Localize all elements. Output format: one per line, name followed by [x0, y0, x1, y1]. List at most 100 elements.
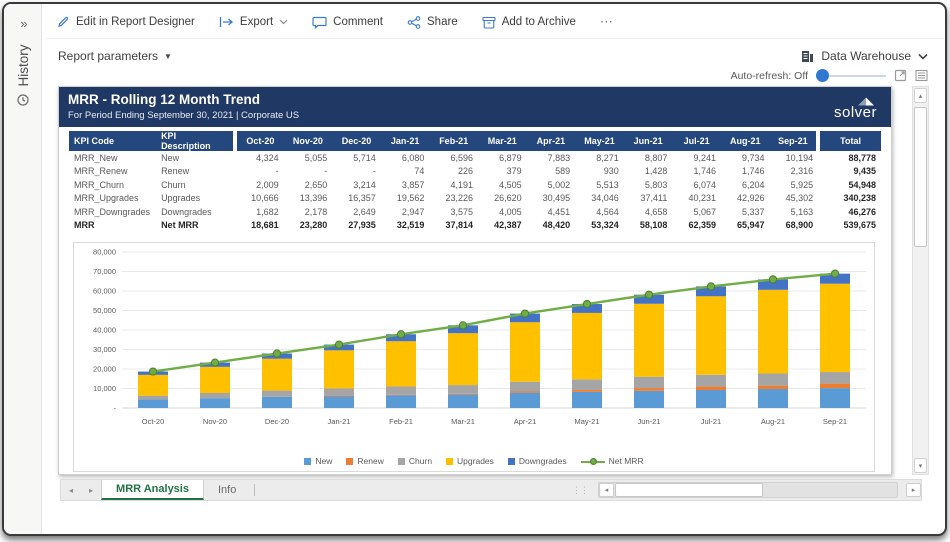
- scroll-up-button[interactable]: ▴: [914, 88, 927, 103]
- net-mrr-marker: [645, 291, 652, 298]
- cell-value: 6,074: [672, 178, 721, 192]
- bar-segment-churn: [758, 374, 788, 386]
- scroll-left-button[interactable]: ◂: [599, 483, 614, 497]
- edit-in-report-designer-button[interactable]: Edit in Report Designer: [56, 15, 195, 29]
- chevron-down-icon: [918, 53, 928, 60]
- slider-knob[interactable]: [816, 69, 829, 82]
- solver-logo-text: solver: [834, 106, 877, 119]
- cell-kpi-code: MRR_Downgrades: [69, 205, 156, 219]
- add-to-archive-button[interactable]: Add to Archive: [482, 16, 576, 29]
- tab-scroll-right-button[interactable]: ▸: [81, 486, 101, 495]
- table-row: MRR_ChurnChurn2,0092,6503,2143,8574,1914…: [69, 178, 881, 192]
- column-header-month: Sep-21: [770, 131, 819, 151]
- cell-value: 58,108: [624, 219, 673, 233]
- scroll-right-button[interactable]: ▸: [906, 483, 921, 497]
- share-button[interactable]: Share: [407, 16, 458, 29]
- cell-value: 930: [575, 165, 624, 179]
- bar-segment-new: [448, 395, 478, 408]
- horizontal-scrollbar[interactable]: ◂: [598, 482, 898, 498]
- cell-value: 53,324: [575, 219, 624, 233]
- more-options-button[interactable]: ⋯: [600, 14, 614, 30]
- y-axis-tick-label: -: [114, 404, 117, 413]
- mrr-chart: -10,00020,00030,00040,00050,00060,00070,…: [73, 242, 875, 472]
- splitter-grip-icon[interactable]: ⋮⋮: [572, 485, 588, 496]
- cell-value: 9,734: [721, 151, 770, 165]
- legend-item-churn: Churn: [398, 456, 432, 466]
- cell-value: 1,746: [721, 165, 770, 179]
- export-arrow-icon: [219, 16, 234, 28]
- horizontal-scroll-thumb[interactable]: [615, 483, 763, 497]
- cell-total: 88,778: [818, 151, 881, 165]
- cell-kpi-code: MRR_Renew: [69, 165, 156, 179]
- table-row: MRR_UpgradesUpgrades10,66613,39616,35719…: [69, 192, 881, 206]
- cell-value: 1,428: [624, 165, 673, 179]
- legend-item-net-mrr: Net MRR: [581, 456, 644, 466]
- export-label: Export: [240, 16, 273, 28]
- report-subtitle: For Period Ending September 30, 2021 | C…: [68, 109, 299, 122]
- column-header-kpi-code: KPI Code: [69, 131, 156, 151]
- y-axis-tick-label: 80,000: [93, 248, 116, 257]
- net-mrr-marker: [459, 322, 466, 329]
- tab-mrr-analysis[interactable]: MRR Analysis: [101, 480, 204, 500]
- cell-value: 8,271: [575, 151, 624, 165]
- sheet-tab-bar: ◂ ▸ MRR Analysis Info ⋮⋮ ◂ ▸: [60, 479, 922, 501]
- cell-kpi-description: New: [156, 151, 235, 165]
- bar-segment-churn: [262, 391, 292, 397]
- cell-value: 5,163: [770, 205, 819, 219]
- column-header-total: Total: [818, 131, 881, 151]
- bar-segment-churn: [200, 393, 230, 398]
- popout-icon[interactable]: [894, 69, 907, 82]
- cell-value: 37,814: [429, 219, 478, 233]
- tab-divider: [254, 484, 255, 496]
- scroll-down-button[interactable]: ▾: [914, 458, 927, 473]
- legend-line-swatch: [581, 458, 605, 465]
- bar-segment-churn: [572, 379, 602, 390]
- cell-total: 46,276: [818, 205, 881, 219]
- cell-value: 7,883: [527, 151, 576, 165]
- cell-value: 2,650: [284, 178, 333, 192]
- column-header-month: Aug-21: [721, 131, 770, 151]
- vertical-scrollbar[interactable]: ▴ ▾: [912, 86, 929, 475]
- details-list-icon[interactable]: [915, 69, 928, 82]
- tab-scroll-left-button[interactable]: ◂: [61, 486, 81, 495]
- report-toolbar: Edit in Report Designer Export Comment: [42, 4, 947, 38]
- cell-value: 6,596: [429, 151, 478, 165]
- bar-segment-new: [634, 391, 664, 408]
- column-header-month: Jul-21: [672, 131, 721, 151]
- history-label: History: [16, 45, 31, 87]
- cell-value: 2,947: [381, 205, 430, 219]
- cell-kpi-code: MRR: [69, 219, 156, 233]
- column-header-month: Jun-21: [624, 131, 673, 151]
- sidebar-item-history[interactable]: History: [4, 25, 42, 125]
- vertical-scroll-thumb[interactable]: [914, 107, 927, 247]
- bar-segment-renew: [820, 384, 850, 389]
- tab-info[interactable]: Info: [204, 480, 250, 500]
- cell-value: 32,519: [381, 219, 430, 233]
- cell-value: 42,387: [478, 219, 527, 233]
- table-row: MRR_NewNew4,3245,0555,7146,0806,5966,879…: [69, 151, 881, 165]
- auto-refresh-slider[interactable]: [816, 69, 886, 82]
- report-title-bar: MRR - Rolling 12 Month Trend For Period …: [59, 87, 891, 127]
- x-axis-tick-label: Jul-21: [701, 417, 721, 426]
- x-axis-tick-label: Sep-21: [823, 417, 847, 426]
- share-nodes-icon: [407, 16, 421, 29]
- data-source-selector[interactable]: Data Warehouse: [801, 49, 928, 63]
- column-header-month: Nov-20: [284, 131, 333, 151]
- cell-kpi-code: MRR_New: [69, 151, 156, 165]
- bar-segment-new: [696, 390, 726, 408]
- x-axis-tick-label: Jun-21: [638, 417, 661, 426]
- bar-segment-new: [758, 389, 788, 408]
- cell-value: 5,055: [284, 151, 333, 165]
- net-mrr-marker: [211, 359, 218, 366]
- report-parameters-dropdown[interactable]: Report parameters ▼: [58, 49, 172, 63]
- slider-track[interactable]: [829, 75, 886, 77]
- report-viewport: MRR - Rolling 12 Month Trend For Period …: [42, 86, 947, 475]
- export-button[interactable]: Export: [219, 16, 288, 28]
- y-axis-tick-label: 70,000: [93, 267, 116, 276]
- comment-button[interactable]: Comment: [312, 16, 383, 29]
- column-header-month: Feb-21: [429, 131, 478, 151]
- data-warehouse-icon: [801, 50, 814, 63]
- bar-segment-churn: [696, 375, 726, 387]
- cell-value: 3,575: [429, 205, 478, 219]
- legend-swatch: [346, 458, 353, 465]
